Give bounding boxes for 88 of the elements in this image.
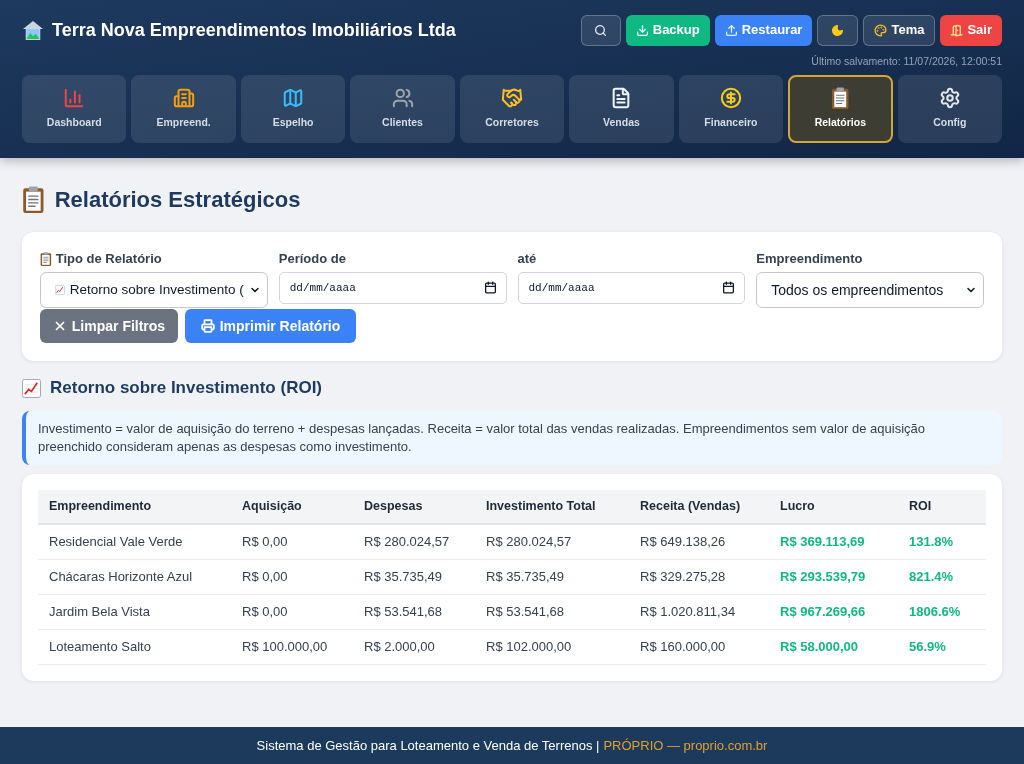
table-cell: R$ 53.541,68 bbox=[475, 594, 629, 629]
field-label: Período de bbox=[278, 250, 346, 269]
map-icon bbox=[282, 87, 305, 110]
palette-icon bbox=[874, 23, 888, 37]
page-title: Relatórios Estratégicos bbox=[54, 185, 301, 214]
dollar-icon bbox=[719, 87, 742, 110]
table-cell: R$ 160.000,00 bbox=[629, 629, 769, 664]
nav-tab[interactable]: Config bbox=[897, 75, 1002, 143]
nav-tab[interactable]: Financeiro bbox=[678, 75, 784, 143]
dark-mode-button[interactable] bbox=[817, 14, 859, 46]
restore-button[interactable]: Restaurar bbox=[714, 14, 813, 46]
handshake-icon bbox=[501, 87, 523, 110]
development-select[interactable]: Todos os empreendimentos bbox=[756, 272, 984, 308]
table-cell: Residencial Vale Verde bbox=[38, 524, 231, 559]
nav-tab[interactable]: Relatórios bbox=[788, 75, 893, 143]
table-cell: R$ 58.000,00 bbox=[769, 629, 898, 664]
nav-tab[interactable]: Empreend. bbox=[131, 75, 236, 143]
search-button[interactable] bbox=[580, 14, 621, 46]
line-chart-icon bbox=[55, 283, 65, 297]
table-cell: 821.4% bbox=[898, 559, 986, 594]
report-type-select[interactable]: Retorno sobre Investimento ( bbox=[40, 272, 268, 308]
bar-chart-icon bbox=[63, 87, 86, 110]
column-header: Lucro bbox=[769, 490, 898, 524]
logout-button[interactable]: Sair bbox=[940, 14, 1002, 46]
column-header: ROI bbox=[898, 490, 986, 524]
table-cell: R$ 1.020.811,34 bbox=[629, 594, 769, 629]
info-box: Investimento = valor de aquisição do terreno + despesas lançadas. Receita = valor total das vendas realizadas. Empreendimentos sem valor de aquisição preenchido consideram apenas as despesas como investimento. bbox=[22, 411, 1002, 465]
settings-icon bbox=[938, 87, 961, 110]
last-saved-text: Último salvamento: 11/07/2026, 12:00:51 bbox=[811, 54, 1002, 68]
table-cell: R$ 53.541,68 bbox=[353, 594, 475, 629]
printer-icon bbox=[200, 319, 215, 333]
theme-button[interactable]: Tema bbox=[863, 14, 936, 46]
table-cell: R$ 2.000,00 bbox=[353, 629, 475, 664]
column-header: Investimento Total bbox=[475, 490, 629, 524]
print-report-button[interactable]: Imprimir Relatório bbox=[185, 309, 356, 343]
table-cell: R$ 100.000,00 bbox=[231, 629, 353, 664]
upload-icon bbox=[724, 23, 738, 37]
table-cell: R$ 369.113,69 bbox=[769, 524, 898, 559]
nav-tab[interactable]: Dashboard bbox=[22, 75, 127, 143]
calendar-icon[interactable] bbox=[483, 281, 497, 294]
clear-filters-button[interactable]: Limpar Filtros bbox=[40, 309, 178, 343]
table-cell: R$ 0,00 bbox=[231, 594, 353, 629]
nav-tab[interactable]: Corretores bbox=[459, 75, 565, 143]
date-field[interactable]: dd/mm/aaaa bbox=[517, 272, 746, 304]
nav-tab[interactable]: Vendas bbox=[569, 75, 674, 143]
nav-tab[interactable]: Espelho bbox=[240, 75, 346, 143]
footer-text: Sistema de Gestão para Loteamento e Venda de Terrenos | bbox=[256, 736, 600, 755]
table-cell: Chácaras Horizonte Azul bbox=[38, 559, 231, 594]
clipboard-icon bbox=[22, 185, 45, 213]
table-cell: R$ 280.024,57 bbox=[475, 524, 629, 559]
table-cell: R$ 967.269,66 bbox=[769, 594, 898, 629]
table-cell: R$ 293.539,79 bbox=[769, 559, 898, 594]
field-label: Empreendimento bbox=[756, 250, 863, 269]
table-cell: 131.8% bbox=[898, 524, 986, 559]
table-cell: 1806.6% bbox=[898, 594, 986, 629]
table-cell: R$ 102.000,00 bbox=[475, 629, 629, 664]
line-chart-icon bbox=[22, 378, 41, 398]
column-header: Aquisição bbox=[231, 490, 353, 524]
nav-tab[interactable]: Clientes bbox=[350, 75, 455, 143]
building-icon bbox=[172, 87, 195, 110]
field-label: Tipo de Relatório bbox=[55, 250, 162, 269]
users-icon bbox=[391, 87, 414, 110]
calendar-icon[interactable] bbox=[722, 281, 736, 294]
house-landscape-icon bbox=[22, 20, 44, 40]
app-title: Terra Nova Empreendimentos Imobiliários Ltda bbox=[52, 18, 456, 42]
moon-icon bbox=[831, 23, 845, 37]
section-title: Retorno sobre Investimento (ROI) bbox=[50, 377, 323, 400]
table-cell: R$ 35.735,49 bbox=[353, 559, 475, 594]
clipboard-icon bbox=[40, 252, 52, 266]
table-cell: R$ 649.138,26 bbox=[629, 524, 769, 559]
table-cell: R$ 280.024,57 bbox=[353, 524, 475, 559]
column-header: Empreendimento bbox=[38, 490, 231, 524]
door-icon bbox=[950, 23, 964, 37]
download-icon bbox=[635, 23, 649, 37]
field-label: até bbox=[517, 250, 537, 269]
footer-link[interactable]: PRÓPRIO — proprio.com.br bbox=[603, 735, 768, 756]
table-cell: Loteamento Salto bbox=[38, 629, 231, 664]
search-icon bbox=[594, 23, 608, 37]
date-field[interactable]: dd/mm/aaaa bbox=[278, 272, 507, 304]
table-cell: 56.9% bbox=[898, 629, 986, 664]
table-cell: Jardim Bela Vista bbox=[38, 594, 231, 629]
table-cell: R$ 0,00 bbox=[231, 559, 353, 594]
clipboard-icon bbox=[831, 87, 850, 110]
column-header: Receita (Vendas) bbox=[629, 490, 769, 524]
column-header: Despesas bbox=[353, 490, 475, 524]
table-cell: R$ 0,00 bbox=[231, 524, 353, 559]
table-cell: R$ 35.735,49 bbox=[475, 559, 629, 594]
table-cell: R$ 329.275,28 bbox=[629, 559, 769, 594]
